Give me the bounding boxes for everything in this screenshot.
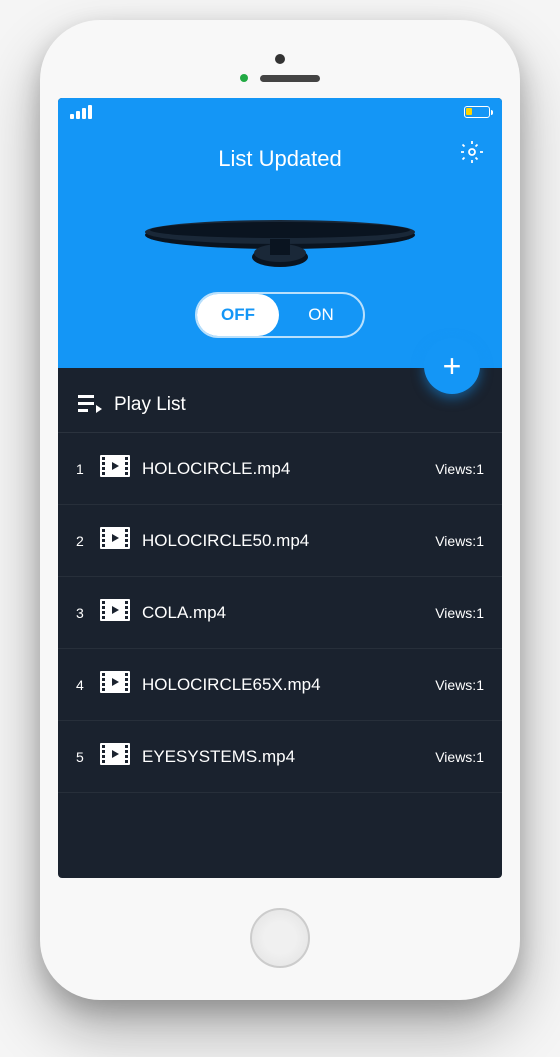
item-index: 5 — [76, 749, 88, 765]
item-name: HOLOCIRCLE65X.mp4 — [142, 675, 423, 695]
video-icon — [100, 671, 130, 698]
playlist-section: Play List 1 — [58, 368, 502, 793]
playlist-icon — [78, 395, 102, 415]
item-index: 3 — [76, 605, 88, 621]
item-views: Views:1 — [435, 461, 484, 477]
plus-icon: + — [443, 350, 462, 382]
video-icon — [100, 743, 130, 770]
power-toggle[interactable]: OFF ON — [195, 292, 365, 338]
item-name: HOLOCIRCLE.mp4 — [142, 459, 423, 479]
item-index: 1 — [76, 461, 88, 477]
proximity-sensor — [240, 74, 248, 82]
list-item[interactable]: 4 — [58, 649, 502, 721]
add-button[interactable]: + — [424, 338, 480, 394]
camera-dot — [275, 54, 285, 64]
list-item[interactable]: 5 — [58, 721, 502, 793]
toggle-on-label: ON — [279, 294, 363, 336]
screen: List Updated OFF — [58, 98, 502, 878]
speaker-grill — [260, 75, 320, 82]
list-item[interactable]: 3 — [58, 577, 502, 649]
video-icon — [100, 455, 130, 482]
item-views: Views:1 — [435, 605, 484, 621]
status-bar — [58, 98, 502, 126]
toggle-off-label: OFF — [197, 294, 279, 336]
item-views: Views:1 — [435, 749, 484, 765]
playlist-items: 1 — [58, 433, 502, 793]
item-index: 4 — [76, 677, 88, 693]
signal-icon — [70, 105, 92, 119]
phone-top-hardware — [58, 38, 502, 98]
item-name: COLA.mp4 — [142, 603, 423, 623]
item-name: HOLOCIRCLE50.mp4 — [142, 531, 423, 551]
settings-icon[interactable] — [460, 140, 484, 169]
video-icon — [100, 527, 130, 554]
home-button[interactable] — [250, 908, 310, 968]
list-item[interactable]: 2 — [58, 505, 502, 577]
item-index: 2 — [76, 533, 88, 549]
list-item[interactable]: 1 — [58, 433, 502, 505]
header: List Updated OFF — [58, 126, 502, 368]
device-image — [58, 182, 502, 292]
battery-icon — [464, 106, 490, 118]
item-views: Views:1 — [435, 533, 484, 549]
playlist-title: Play List — [114, 394, 186, 416]
phone-frame: List Updated OFF — [40, 20, 520, 1000]
item-views: Views:1 — [435, 677, 484, 693]
video-icon — [100, 599, 130, 626]
page-title: List Updated — [58, 136, 502, 182]
item-name: EYESYSTEMS.mp4 — [142, 747, 423, 767]
